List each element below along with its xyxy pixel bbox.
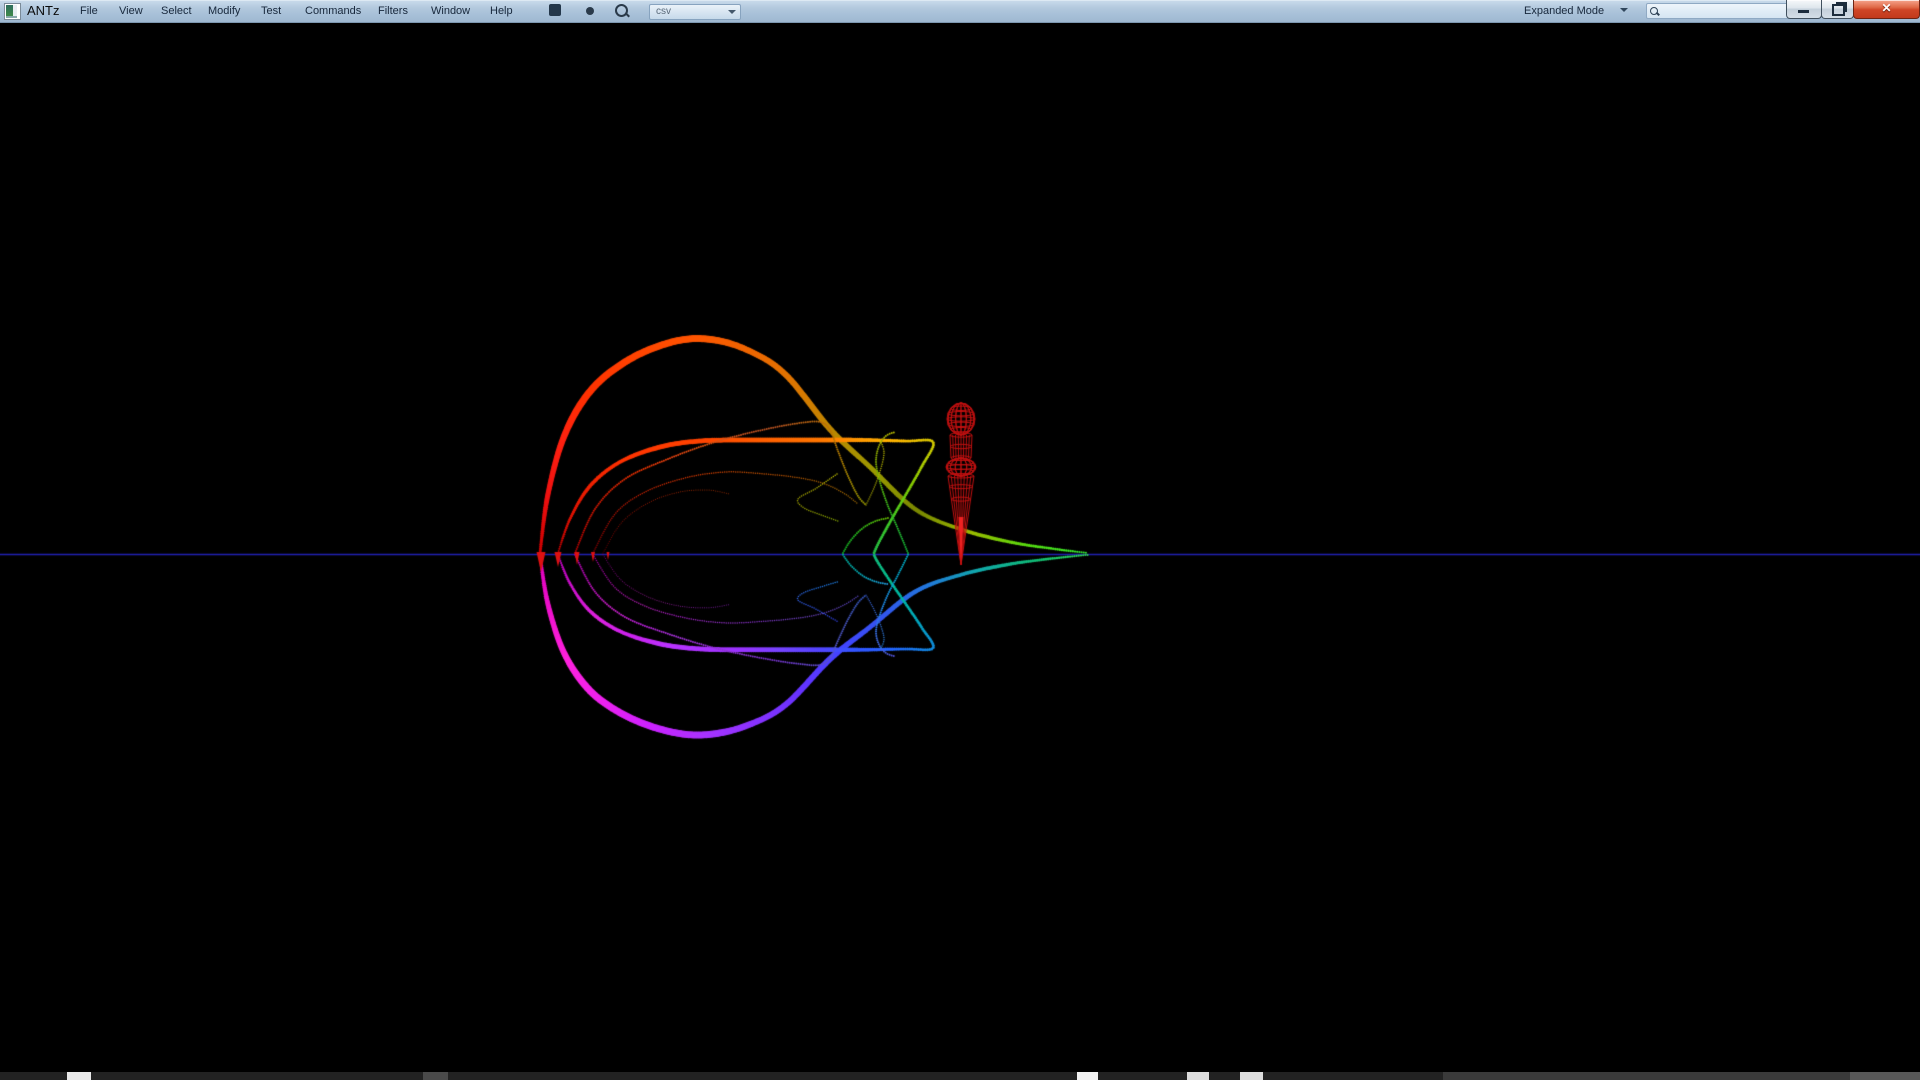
mode-chevron-down-icon[interactable] [1620,8,1628,12]
menu-modify[interactable]: Modify [208,5,240,17]
search-input[interactable] [1646,3,1793,19]
app-icon-art [6,5,13,16]
minimize-icon [1798,10,1809,13]
menu-window[interactable]: Window [431,5,470,17]
record-icon[interactable] [586,7,594,15]
grid-icon[interactable] [549,4,561,16]
mode-label[interactable]: Expanded Mode [1524,5,1604,17]
app-icon[interactable] [4,3,21,20]
window-title: ANTz [27,3,60,18]
menu-help[interactable]: Help [490,5,513,17]
search-icon [1650,7,1658,15]
taskbar-segment[interactable] [1077,1072,1098,1080]
menu-select[interactable]: Select [161,5,192,17]
menu-filters[interactable]: Filters [378,5,408,17]
minimize-button[interactable] [1786,0,1822,19]
restore-button[interactable] [1821,0,1854,19]
menu-test[interactable]: Test [261,5,281,17]
taskbar-segment[interactable] [423,1072,448,1080]
combobox-value: csv [656,6,671,17]
taskbar-segment[interactable] [1187,1072,1209,1080]
taskbar-edge[interactable] [0,1072,1920,1080]
restore-icon [1832,4,1845,16]
taskbar-segment[interactable] [67,1072,91,1080]
file-type-combobox[interactable]: csv [649,4,741,20]
3d-viewport[interactable] [0,0,1920,1080]
menu-file[interactable]: File [80,5,98,17]
menu-view[interactable]: View [119,5,143,17]
taskbar-segment[interactable] [1240,1072,1263,1080]
chevron-down-icon[interactable] [728,10,736,14]
taskbar-segment[interactable] [1443,1072,1920,1080]
application-window: ANTz File View Select Modify Test Comman… [0,0,1920,1080]
close-button[interactable]: ✕ [1853,0,1920,19]
menu-commands[interactable]: Commands [305,5,361,17]
titlebar: ANTz File View Select Modify Test Comman… [0,0,1920,23]
close-icon: ✕ [1854,1,1919,15]
taskbar-segment[interactable] [1850,1072,1920,1080]
magnifier-icon[interactable] [615,4,628,17]
